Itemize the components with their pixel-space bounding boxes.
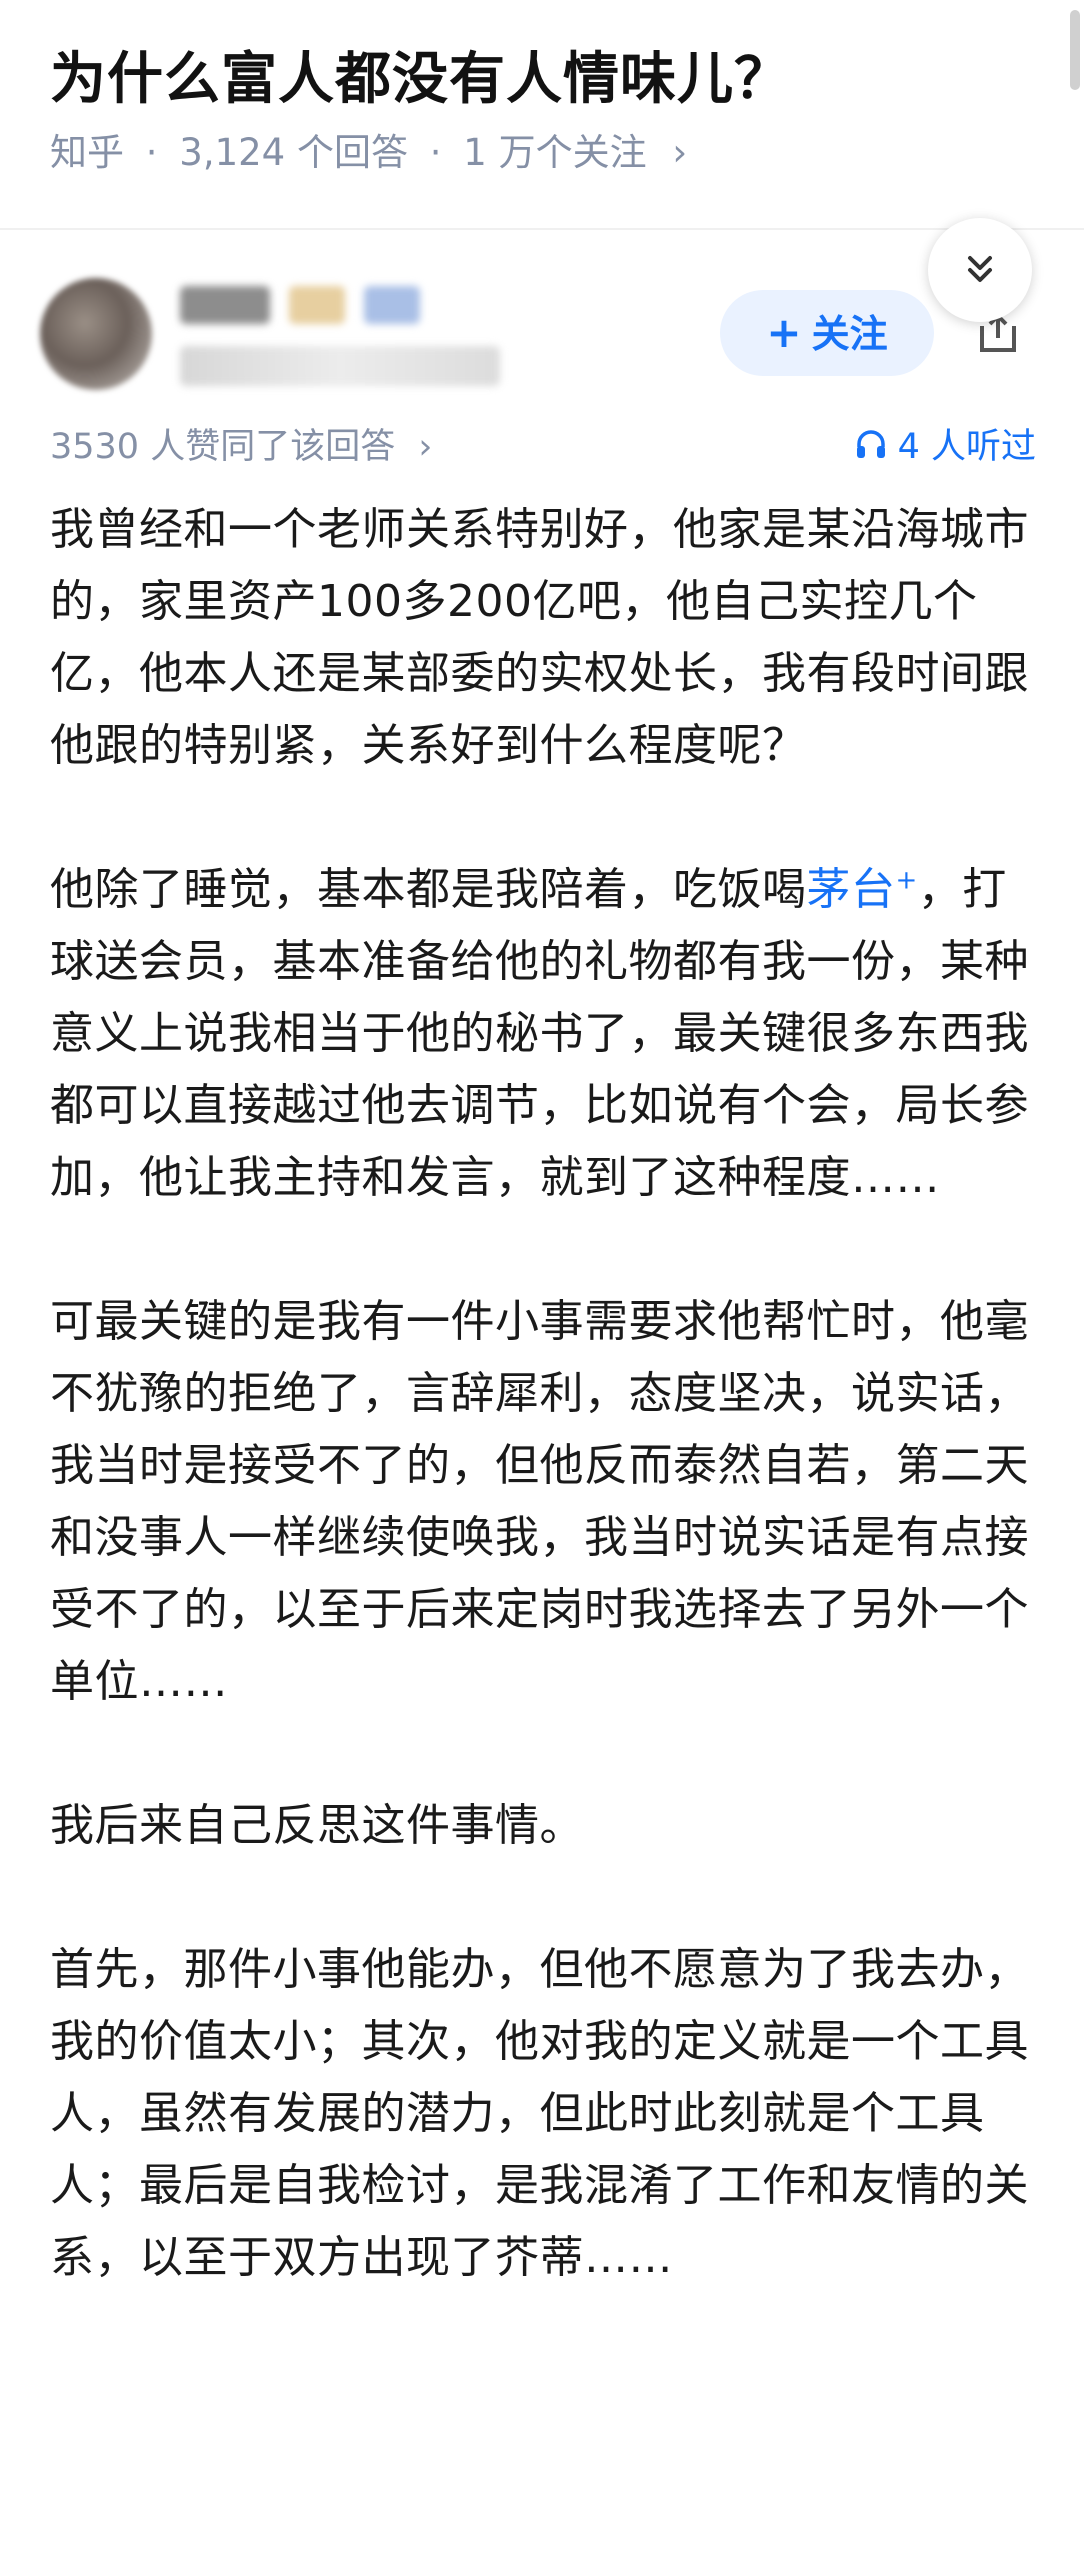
follow-button[interactable]: + 关注	[720, 290, 934, 376]
author-row: + 关注	[0, 250, 1084, 390]
avatar[interactable]	[40, 278, 152, 390]
meta-separator: ·	[145, 131, 158, 174]
answer-count: 3,124 个回答	[179, 131, 408, 174]
keyword-link-mark: +	[895, 865, 918, 896]
collapse-button[interactable]	[928, 218, 1032, 322]
paragraph-text: 他除了睡觉，基本都是我陪着，吃饭喝	[50, 864, 807, 915]
answer-paragraph-5: 首先，那件小事他能办，但他不愿意为了我去办，我的价值太小；其次，他对我的定义就是…	[50, 1944, 1029, 2283]
chevron-right-icon: ›	[418, 427, 433, 467]
question-meta[interactable]: 知乎 · 3,124 个回答 · 1 万个关注 ›	[50, 122, 687, 176]
meta-separator: ·	[429, 131, 442, 174]
follow-label: 关注	[811, 312, 888, 356]
scrollbar[interactable]	[1070, 10, 1080, 90]
source-label: 知乎	[50, 131, 124, 174]
listen-count-text: 4 人听过	[897, 427, 1036, 467]
author-bio-blurred	[180, 346, 500, 386]
answer-stats: 3530 人赞同了该回答 › 4 人听过	[0, 418, 1084, 478]
vote-count[interactable]: 3530 人赞同了该回答 ›	[50, 418, 432, 469]
question-header: 为什么富人都没有人情味儿？ 知乎 · 3,124 个回答 · 1 万个关注 ›	[0, 0, 1084, 230]
listen-count[interactable]: 4 人听过	[854, 418, 1036, 469]
follower-count: 1 万个关注	[463, 131, 647, 174]
double-chevron-down-icon	[968, 256, 992, 282]
answer-paragraph-2: 他除了睡觉，基本都是我陪着，吃饭喝茅台+，打球送会员，基本准备给他的礼物都有我一…	[50, 854, 1040, 1214]
answer-body: 我曾经和一个老师关系特别好，他家是某沿海城市的，家里资产100多200亿吧，他自…	[50, 494, 1040, 2366]
keyword-link-maotai[interactable]: 茅台	[807, 864, 896, 915]
plus-icon: +	[766, 308, 802, 357]
vote-count-text: 3530 人赞同了该回答	[50, 427, 396, 467]
chevron-right-icon: ›	[672, 131, 688, 174]
headphones-icon	[856, 429, 885, 458]
author-name-blurred[interactable]	[180, 286, 434, 328]
answer-paragraph-1: 我曾经和一个老师关系特别好，他家是某沿海城市的，家里资产100多200亿吧，他自…	[50, 504, 1029, 771]
answer-paragraph-3: 可最关键的是我有一件小事需要求他帮忙时，他毫不犹豫的拒绝了，言辞犀利，态度坚决，…	[50, 1296, 1029, 1707]
answer-paragraph-4: 我后来自己反思这件事情。	[50, 1800, 584, 1851]
question-title[interactable]: 为什么富人都没有人情味儿？	[50, 34, 791, 115]
